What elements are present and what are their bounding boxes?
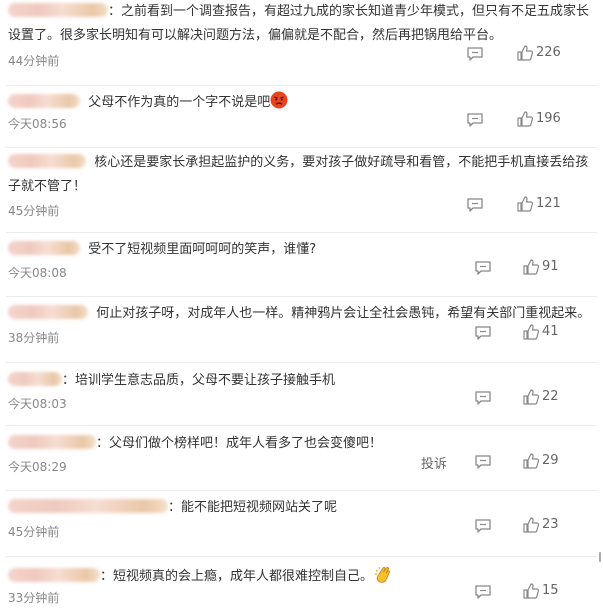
comment-timestamp: 今天08:29: [8, 460, 67, 474]
thumbs-up-icon[interactable]: [516, 195, 534, 213]
comment-divider: [6, 556, 597, 557]
thumbs-up-icon[interactable]: [522, 582, 540, 600]
comment-divider: [6, 232, 597, 233]
comment-icon[interactable]: [466, 46, 484, 62]
name-separator: ：: [168, 500, 182, 515]
comment-text: 能不能把短视频网站关了呢: [181, 500, 338, 515]
comment-text: 短视频真的会上瘾，成年人都很难控制自己。: [113, 569, 374, 584]
like-count: 91: [542, 259, 559, 274]
blurred-username[interactable]: [8, 241, 80, 255]
comment-text: 核心还是要家长承担起监护的义务，要对孩子做好疏导和看管，不能把手机直接丢给孩: [94, 155, 589, 170]
comment-text: 培训学生意志品质，父母不要让孩子接触手机: [75, 373, 336, 388]
blurred-username[interactable]: [8, 435, 96, 449]
comment-timestamp: 44分钟前: [8, 54, 60, 68]
name-separator: ：: [100, 569, 114, 584]
comment-continuation-line: 设置了。很多家长明知有可以解决问题方法，偏偏就是不配合，然后再把锅甩给平台。: [8, 26, 502, 46]
comment-divider: [6, 147, 597, 148]
comment-first-line: 核心还是要家长承担起监护的义务，要对孩子做好疏导和看管，不能把手机直接丢给孩: [8, 153, 588, 173]
comment-icon[interactable]: [466, 197, 484, 213]
comment-first-line: ：培训学生意志品质，父母不要让孩子接触手机: [8, 371, 335, 391]
blurred-username[interactable]: [8, 372, 62, 386]
comment-timestamp: 33分钟前: [8, 591, 60, 605]
blurred-username[interactable]: [8, 3, 108, 17]
comment-first-line: ：父母们做个榜样吧！成年人看多了也会变傻吧！: [8, 434, 382, 454]
comment-divider: [6, 425, 597, 426]
report-link[interactable]: 投诉: [421, 453, 447, 472]
comment-text: 父母不作为真的一个字不说是吧: [88, 95, 271, 110]
comment-text: 之前看到一个调查报告，有超过九成的家长知道青少年模式，但只有不足五成家长: [121, 4, 590, 19]
like-count: 23: [542, 517, 559, 532]
comment-divider: [6, 490, 597, 491]
comment-divider: [6, 85, 597, 86]
blurred-username[interactable]: [8, 499, 168, 513]
comment-text: 设置了。很多家长明知有可以解决问题方法，偏偏就是不配合，然后再把锅甩给平台。: [8, 28, 503, 43]
blurred-username[interactable]: [8, 94, 80, 108]
comment-timestamp: 45分钟前: [8, 525, 60, 539]
blurred-username[interactable]: [8, 305, 88, 319]
like-count: 121: [536, 196, 561, 211]
comment-icon[interactable]: [466, 112, 484, 128]
comment-timestamp: 今天08:08: [8, 266, 67, 280]
comment-text: 子就不管了！: [8, 179, 87, 194]
comment-first-line: 何止对孩子呀，对成年人也一样。精神鸦片会让全社会愚钝，希望有关部门重视起来。: [8, 304, 590, 324]
comment-first-line: ：之前看到一个调查报告，有超过九成的家长知道青少年模式，但只有不足五成家长: [8, 2, 589, 22]
thumbs-up-icon[interactable]: [522, 516, 540, 534]
like-count: 196: [536, 111, 561, 126]
comment-first-line: ：短视频真的会上瘾，成年人都很难控制自己。: [8, 564, 393, 587]
comment-text: 何止对孩子呀，对成年人也一样。精神鸦片会让全社会愚钝，希望有关部门重视起来。: [96, 306, 591, 321]
comment-continuation-line: 子就不管了！: [8, 177, 86, 197]
clapping-hands-emoji-icon: [373, 566, 393, 584]
comment-divider: [6, 362, 597, 363]
comment-timestamp: 45分钟前: [8, 204, 60, 218]
thumbs-up-icon[interactable]: [522, 258, 540, 276]
thumbs-up-icon[interactable]: [522, 388, 540, 406]
name-separator: ：: [108, 4, 122, 19]
thumbs-up-icon[interactable]: [522, 323, 540, 341]
thumbs-up-icon[interactable]: [516, 44, 534, 62]
like-count: 41: [542, 324, 559, 339]
like-count: 15: [542, 583, 559, 598]
thumbs-up-icon[interactable]: [522, 452, 540, 470]
comment-first-line: ：能不能把短视频网站关了呢: [8, 498, 337, 518]
like-count: 226: [536, 45, 561, 60]
comment-icon[interactable]: [474, 584, 492, 600]
like-count: 22: [542, 389, 559, 404]
comment-icon[interactable]: [474, 325, 492, 341]
blurred-username[interactable]: [8, 568, 100, 582]
comment-text: 受不了短视频里面呵呵呵的笑声，谁懂?: [88, 242, 317, 257]
like-count: 29: [542, 453, 559, 468]
angry-face-emoji-icon: [270, 91, 288, 110]
comment-icon[interactable]: [474, 518, 492, 534]
comment-text: 父母们做个榜样吧！成年人看多了也会变傻吧！: [109, 436, 383, 451]
comment-icon[interactable]: [474, 390, 492, 406]
comment-timestamp: 38分钟前: [8, 331, 60, 345]
comment-timestamp: 今天08:03: [8, 397, 67, 411]
comment-first-line: 父母不作为真的一个字不说是吧: [8, 91, 288, 113]
comment-icon[interactable]: [474, 454, 492, 470]
comment-first-line: 受不了短视频里面呵呵呵的笑声，谁懂?: [8, 240, 316, 260]
comment-divider: [6, 296, 597, 297]
scrollbar-thumb[interactable]: [599, 552, 601, 562]
comment-icon[interactable]: [474, 260, 492, 276]
comment-timestamp: 今天08:56: [8, 117, 67, 131]
name-separator: ：: [62, 373, 76, 388]
thumbs-up-icon[interactable]: [516, 110, 534, 128]
blurred-username[interactable]: [8, 154, 86, 168]
name-separator: ：: [96, 436, 110, 451]
